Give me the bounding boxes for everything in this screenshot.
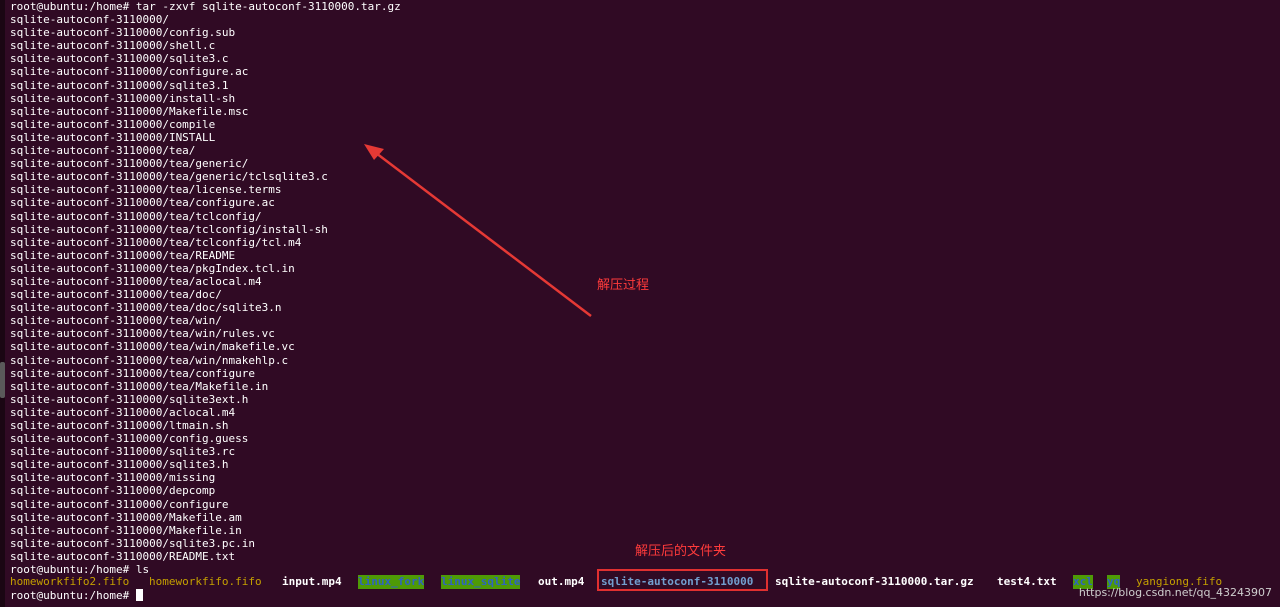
file-entry-line: sqlite-autoconf-3110000/tea/pkgIndex.tcl… — [10, 261, 295, 275]
file-entry-line: sqlite-autoconf-3110000/tea/tclconfig/tc… — [10, 235, 302, 249]
file-entry-line: sqlite-autoconf-3110000/config.guess — [10, 432, 249, 446]
ls-entry-exe: input.mp4 — [282, 575, 342, 588]
file-entry-line: sqlite-autoconf-3110000/depcomp — [10, 484, 216, 498]
file-entry-line: sqlite-autoconf-3110000/tea/tclconfig/ — [10, 209, 262, 223]
file-entry-line: sqlite-autoconf-3110000/tea/doc/sqlite3.… — [10, 301, 282, 315]
ls-entry-dir-green: linux_sqlite — [441, 575, 521, 589]
extracted-folder-label: 解压后的文件夹 — [635, 544, 727, 559]
file-entry-line: sqlite-autoconf-3110000/sqlite3.h — [10, 458, 229, 472]
ls-entry-fifo: homeworkfifo.fifo — [149, 575, 262, 588]
file-entry-line: sqlite-autoconf-3110000/tea/configure — [10, 366, 256, 380]
file-entry-line: sqlite-autoconf-3110000/tea/README — [10, 248, 236, 262]
ls-entry-tarfile: sqlite-autoconf-3110000.tar.gz — [775, 575, 974, 588]
file-entry-line: sqlite-autoconf-3110000/tea/win/ — [10, 314, 222, 328]
file-entry-line: sqlite-autoconf-3110000/tea/generic/tcls… — [10, 170, 328, 184]
file-entry-line: sqlite-autoconf-3110000/compile — [10, 117, 216, 131]
file-entry-line: sqlite-autoconf-3110000/install-sh — [10, 91, 236, 105]
prompt-text: root@ubuntu:/home# — [10, 589, 136, 602]
ls-entry-fifo: homeworkfifo2.fifo — [10, 575, 130, 588]
ls-entry-exe: test4.txt — [997, 575, 1057, 588]
file-entry-line: sqlite-autoconf-3110000/ — [10, 13, 169, 27]
file-entry-line: sqlite-autoconf-3110000/sqlite3.c — [10, 52, 229, 66]
window-left-edge — [0, 0, 5, 607]
file-entry-line: sqlite-autoconf-3110000/configure — [10, 497, 229, 511]
prompt-line[interactable]: root@ubuntu:/home# — [10, 589, 143, 603]
cursor-block — [135, 589, 143, 601]
file-entry-line: sqlite-autoconf-3110000/tea/ — [10, 144, 196, 158]
file-entry-line: sqlite-autoconf-3110000/tea/win/nmakehlp… — [10, 353, 289, 367]
command-line: root@ubuntu:/home# tar -zxvf sqlite-auto… — [10, 0, 401, 13]
file-entry-line: sqlite-autoconf-3110000/Makefile.am — [10, 510, 242, 524]
watermark-text: https://blog.csdn.net/qq_43243907 — [1078, 586, 1272, 599]
file-entry-line: sqlite-autoconf-3110000/Makefile.in — [10, 523, 242, 537]
file-entry-line: sqlite-autoconf-3110000/sqlite3.rc — [10, 445, 236, 459]
file-entry-line: sqlite-autoconf-3110000/sqlite3.1 — [10, 78, 229, 92]
file-entry-line: sqlite-autoconf-3110000/ltmain.sh — [10, 419, 229, 432]
ls-entry-exe: out.mp4 — [538, 575, 585, 588]
file-entry-line: sqlite-autoconf-3110000/INSTALL — [10, 130, 216, 144]
file-entry-line: sqlite-autoconf-3110000/aclocal.m4 — [10, 405, 236, 419]
extraction-process-label: 解压过程 — [597, 278, 650, 293]
ls-entry-dir-green: linux_fork — [358, 575, 425, 589]
file-entry-line: sqlite-autoconf-3110000/config.sub — [10, 26, 236, 40]
file-entry-line: sqlite-autoconf-3110000/tea/license.term… — [10, 183, 282, 197]
file-entry-line: sqlite-autoconf-3110000/tea/Makefile.in — [10, 379, 269, 393]
file-entry-line: sqlite-autoconf-3110000/tea/tclconfig/in… — [10, 222, 328, 236]
file-entry-line: sqlite-autoconf-3110000/tea/generic/ — [10, 157, 249, 171]
file-entry-line: sqlite-autoconf-3110000/configure.ac — [10, 65, 249, 79]
file-entry-line: sqlite-autoconf-3110000/tea/configure.ac — [10, 196, 275, 210]
file-entry-line: sqlite-autoconf-3110000/tea/win/rules.vc — [10, 327, 275, 341]
file-entry-line: sqlite-autoconf-3110000/missing — [10, 471, 216, 485]
file-entry-line: sqlite-autoconf-3110000/Makefile.msc — [10, 104, 249, 118]
file-entry-line: sqlite-autoconf-3110000/tea/win/makefile… — [10, 340, 295, 354]
scrollbar-handle[interactable] — [0, 362, 5, 398]
folder-highlight-box — [597, 569, 768, 591]
file-entry-line: sqlite-autoconf-3110000/sqlite3ext.h — [10, 392, 249, 406]
file-entry-line: sqlite-autoconf-3110000/shell.c — [10, 39, 216, 53]
